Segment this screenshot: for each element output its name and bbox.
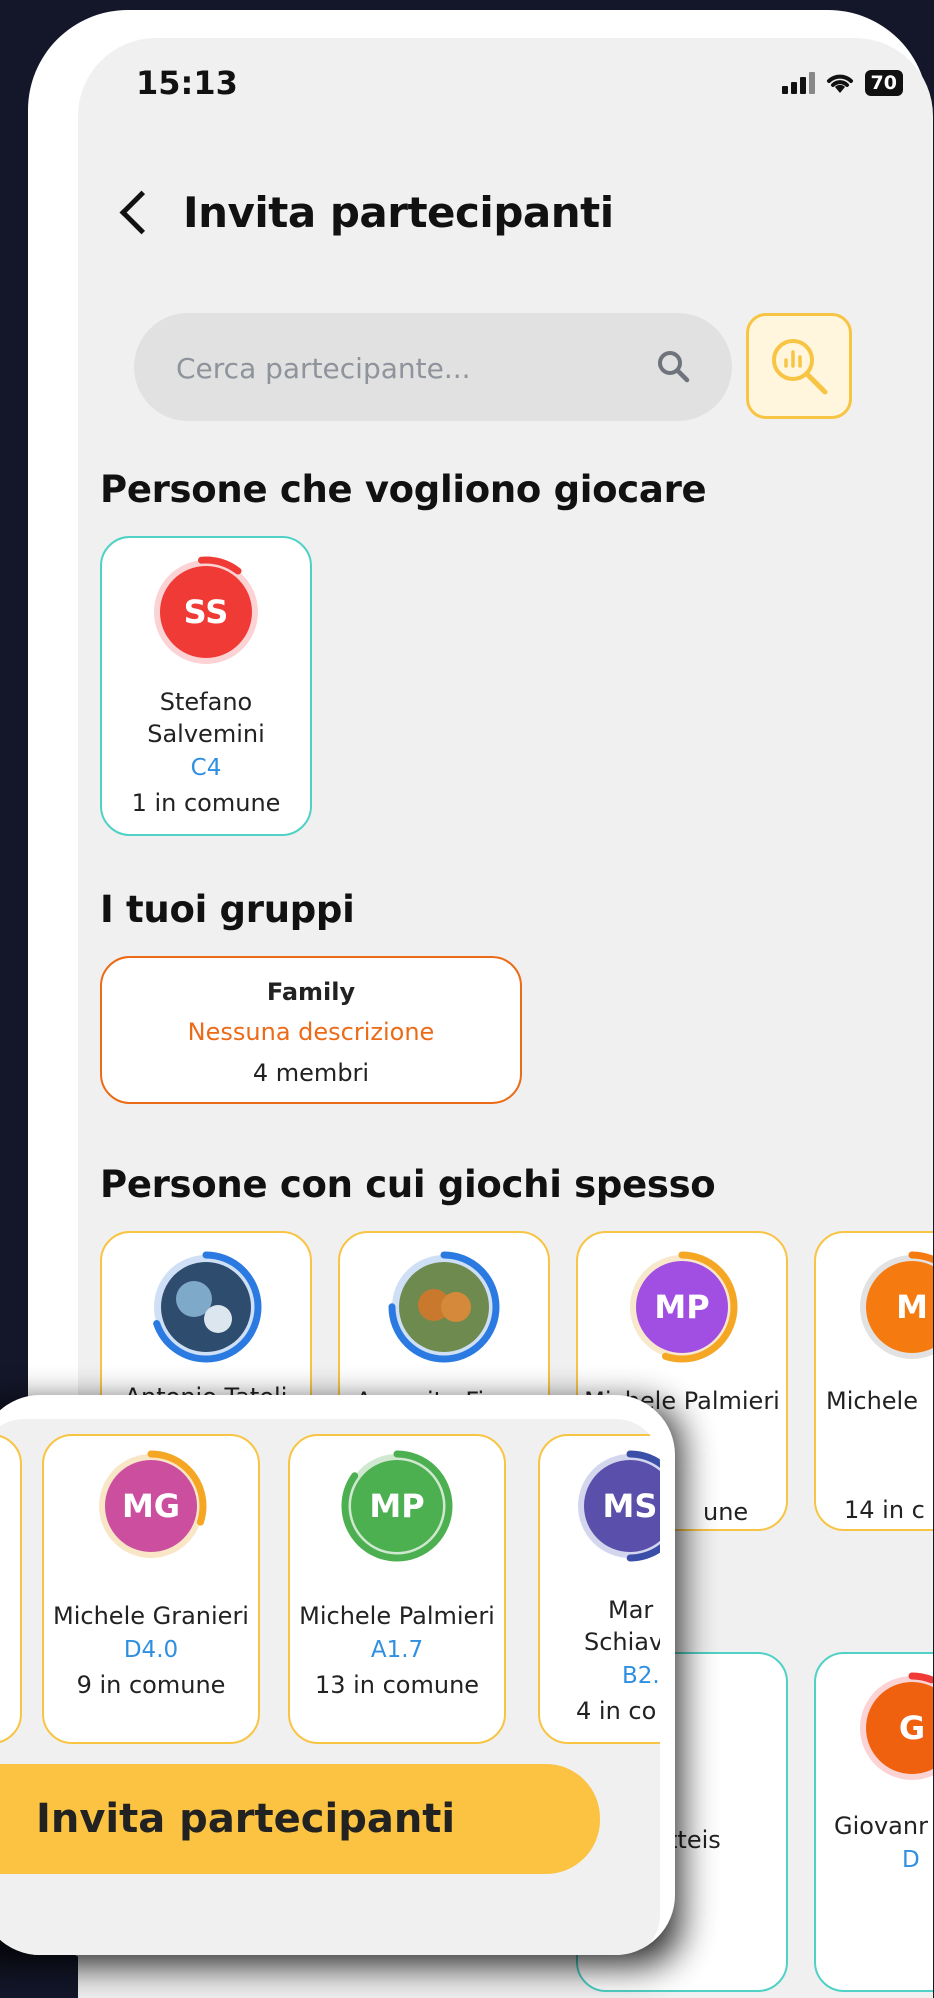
status-icons: 70 [781,70,903,96]
avatar: MP [622,1247,742,1367]
wifi-icon [826,74,853,93]
player-level: C4 [190,755,222,781]
chart-search-icon [772,339,828,395]
player-common: 14 in c [844,1496,925,1524]
signal-icon [781,72,815,94]
player-card[interactable] [0,1434,22,1744]
search-bar[interactable] [134,313,732,423]
player-name-line2: Salvemini [147,720,265,748]
stats-search-button[interactable] [746,313,852,419]
back-arrow-icon[interactable] [119,190,164,235]
player-name: Giovanr [834,1812,928,1840]
section-title-want-to-play: Persone che vogliono giocare [100,468,707,511]
avatar: MS [570,1446,660,1566]
zoom-overlay: MG Michele Granieri D4.0 9 in comune MP … [0,1395,675,1955]
player-level: B2. [622,1663,660,1689]
group-description: Nessuna descrizione [187,1018,435,1046]
group-members: 4 membri [252,1059,370,1087]
player-name-line1: Mar [608,1596,654,1624]
avatar: MP [337,1446,457,1566]
section-title-play-often: Persone con cui giochi spesso [100,1163,716,1206]
player-name: Michele Granieri [53,1602,249,1630]
group-name: Family [266,978,356,1006]
avatar-initials: MG [105,1460,197,1552]
player-level: A1.7 [370,1637,424,1663]
avatar-initials: SS [160,566,252,658]
avatar: MG [91,1446,211,1566]
player-name: Michele Palmieri [299,1602,495,1630]
page-title: Invita partecipanti [183,188,614,237]
avatar-initials: MP [351,1460,443,1552]
avatar: SS [146,552,266,672]
overlay-content: MG Michele Granieri D4.0 9 in comune MP … [0,1419,660,1955]
player-common: 1 in comune [131,789,281,817]
status-bar: 15:13 70 [78,38,933,128]
player-name-line1: Stefano [159,688,253,716]
player-common-partial: une [703,1498,749,1526]
player-common: 9 in comune [76,1671,226,1699]
avatar-initials: MP [636,1261,728,1353]
page-header: Invita partecipanti [116,188,614,237]
avatar [146,1247,266,1367]
avatar: G [852,1668,933,1788]
player-card[interactable]: SS Stefano Salvemini C4 1 in comune [100,536,312,836]
player-card[interactable]: MP Michele Palmieri A1.7 13 in comune [288,1434,506,1744]
group-card[interactable]: Family Nessuna descrizione 4 membri [100,956,522,1104]
player-level: D [902,1847,920,1873]
player-card[interactable]: G Giovanr D [814,1652,933,1992]
section-title-groups: I tuoi gruppi [100,888,355,931]
player-card[interactable]: MG Michele Granieri D4.0 9 in comune [42,1434,260,1744]
search-input[interactable] [134,313,678,423]
battery-icon: 70 [864,70,903,96]
player-common: 4 in co [576,1697,657,1725]
player-level: D4.0 [123,1637,179,1663]
player-card[interactable]: M Michele 14 in c [814,1231,933,1531]
avatar [384,1247,504,1367]
status-time: 15:13 [136,64,238,102]
player-name: Michele [826,1387,918,1415]
invite-participants-button[interactable]: Invita partecipanti [0,1764,600,1874]
search-icon[interactable] [656,349,690,383]
player-name-line2: Schiav [584,1628,660,1656]
player-common: 13 in comune [314,1671,480,1699]
player-card[interactable]: MS Mar Schiav B2. 4 in co [538,1434,660,1744]
avatar: M [852,1247,933,1367]
